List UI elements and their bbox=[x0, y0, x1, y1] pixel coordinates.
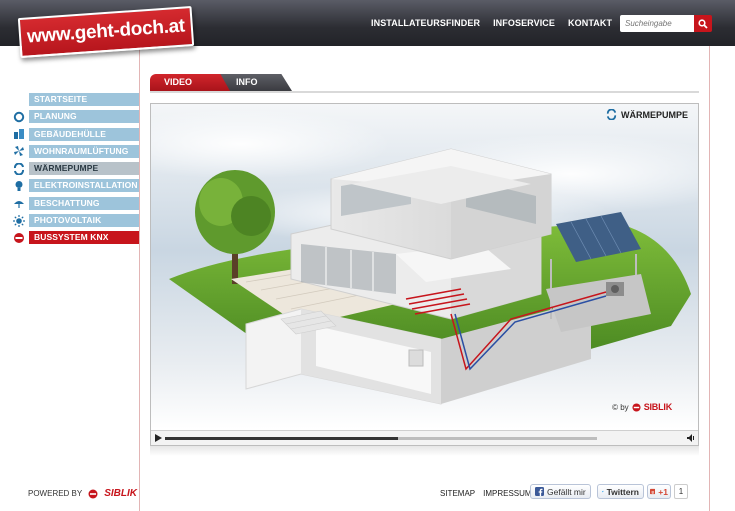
facebook-label: Gefällt mir bbox=[547, 486, 586, 497]
siblik-logo-icon bbox=[632, 402, 641, 412]
sidebar-item-beschattung[interactable]: BESCHATTUNG bbox=[0, 196, 140, 210]
sidebar-item-elektroinstallation[interactable]: ELEKTROINSTALLATION bbox=[0, 179, 140, 193]
sidebar-item-label: PLANUNG bbox=[29, 110, 139, 124]
sidebar-item-startseite[interactable]: STARTSEITE bbox=[0, 93, 140, 106]
scene-label: WÄRMEPUMPE bbox=[606, 109, 688, 120]
heat-pump-icon bbox=[606, 109, 617, 120]
twitter-bird-icon bbox=[602, 490, 604, 493]
powered-by-brand[interactable]: SIBLIK bbox=[104, 488, 137, 499]
volume-icon[interactable] bbox=[687, 434, 695, 442]
video-player[interactable]: WÄRMEPUMPE © by SIBLIK bbox=[150, 103, 699, 446]
sidebar-item-wohnraumlueftung[interactable]: WOHNRAUMLÜFTUNG bbox=[0, 144, 140, 158]
play-button[interactable] bbox=[155, 434, 162, 442]
nav-infoservice[interactable]: INFOSERVICE bbox=[493, 18, 555, 28]
sidebar-item-label: WÄRMEPUMPE bbox=[29, 162, 139, 176]
sidebar-item-label: GEBÄUDEHÜLLE bbox=[29, 127, 139, 141]
ring-icon bbox=[12, 110, 25, 123]
siblik-logo-icon bbox=[88, 489, 98, 498]
sidebar-item-waermepumpe[interactable]: WÄRMEPUMPE bbox=[0, 162, 140, 176]
sidebar-item-label: BESCHATTUNG bbox=[29, 196, 139, 210]
sidebar-item-bussystem-knx[interactable]: BUSSYSTEM KNX bbox=[0, 231, 140, 245]
ventilation-icon bbox=[12, 145, 25, 158]
copyright-notice: © by SIBLIK bbox=[612, 402, 672, 412]
progress-track[interactable] bbox=[165, 437, 597, 440]
footer-link-sitemap[interactable]: SITEMAP bbox=[440, 489, 475, 498]
svg-text:g: g bbox=[652, 490, 654, 494]
nav-installateursfinder[interactable]: INSTALLATEURSFINDER bbox=[371, 18, 480, 28]
building-icon bbox=[12, 128, 25, 141]
sun-icon bbox=[12, 214, 25, 227]
sidebar-item-planung[interactable]: PLANUNG bbox=[0, 110, 140, 124]
sidebar-item-label: STARTSEITE bbox=[29, 93, 139, 106]
player-controls bbox=[151, 430, 698, 445]
sidebar-item-label: PHOTOVOLTAIK bbox=[29, 214, 139, 228]
player-shadow bbox=[150, 446, 699, 456]
sidebar-item-label: WOHNRAUMLÜFTUNG bbox=[29, 144, 139, 158]
bulb-icon bbox=[12, 179, 25, 192]
progress-fill bbox=[165, 437, 399, 440]
heat-pump-icon bbox=[12, 162, 25, 175]
top-navigation: INSTALLATEURSFINDER INFOSERVICE KONTAKT bbox=[371, 18, 612, 28]
google-plus-label: +1 bbox=[658, 486, 668, 497]
footer-links: SITEMAP IMPRESSUM bbox=[440, 489, 532, 498]
google-plus-count: 1 bbox=[674, 484, 688, 499]
knx-icon bbox=[12, 231, 25, 244]
twitter-tweet-button[interactable]: Twittern bbox=[597, 484, 644, 499]
powered-by-label: POWERED BY bbox=[28, 489, 83, 498]
search-icon bbox=[698, 18, 708, 29]
search-button[interactable] bbox=[694, 15, 712, 32]
powered-by: POWERED BY SIBLIK bbox=[28, 488, 137, 499]
facebook-icon bbox=[535, 487, 544, 496]
footer-link-impressum[interactable]: IMPRESSUM bbox=[483, 489, 531, 498]
sidebar-item-label: ELEKTROINSTALLATION bbox=[29, 179, 139, 193]
scene-label-text: WÄRMEPUMPE bbox=[621, 109, 688, 120]
search-input[interactable] bbox=[620, 15, 694, 32]
sidebar: STARTSEITE PLANUNG GEBÄUDEHÜLLE WOHNRAUM… bbox=[0, 93, 140, 249]
google-plus-one-button[interactable]: g +1 bbox=[647, 484, 671, 499]
twitter-label: Twittern bbox=[606, 486, 639, 497]
facebook-like-button[interactable]: Gefällt mir bbox=[530, 484, 591, 499]
copyright-prefix: © by bbox=[612, 402, 629, 412]
sidebar-item-label: BUSSYSTEM KNX bbox=[29, 231, 139, 245]
tab-video[interactable]: VIDEO bbox=[150, 74, 230, 91]
copyright-brand: SIBLIK bbox=[643, 402, 673, 412]
shade-icon bbox=[12, 197, 25, 210]
google-plus-icon: g bbox=[650, 488, 656, 495]
sidebar-item-photovoltaik[interactable]: PHOTOVOLTAIK bbox=[0, 214, 140, 228]
nav-kontakt[interactable]: KONTAKT bbox=[568, 18, 612, 28]
content-frame-right bbox=[709, 46, 710, 511]
tab-underline bbox=[150, 91, 699, 93]
house-illustration bbox=[151, 104, 698, 429]
sidebar-item-gebaeudehuelle[interactable]: GEBÄUDEHÜLLE bbox=[0, 127, 140, 141]
